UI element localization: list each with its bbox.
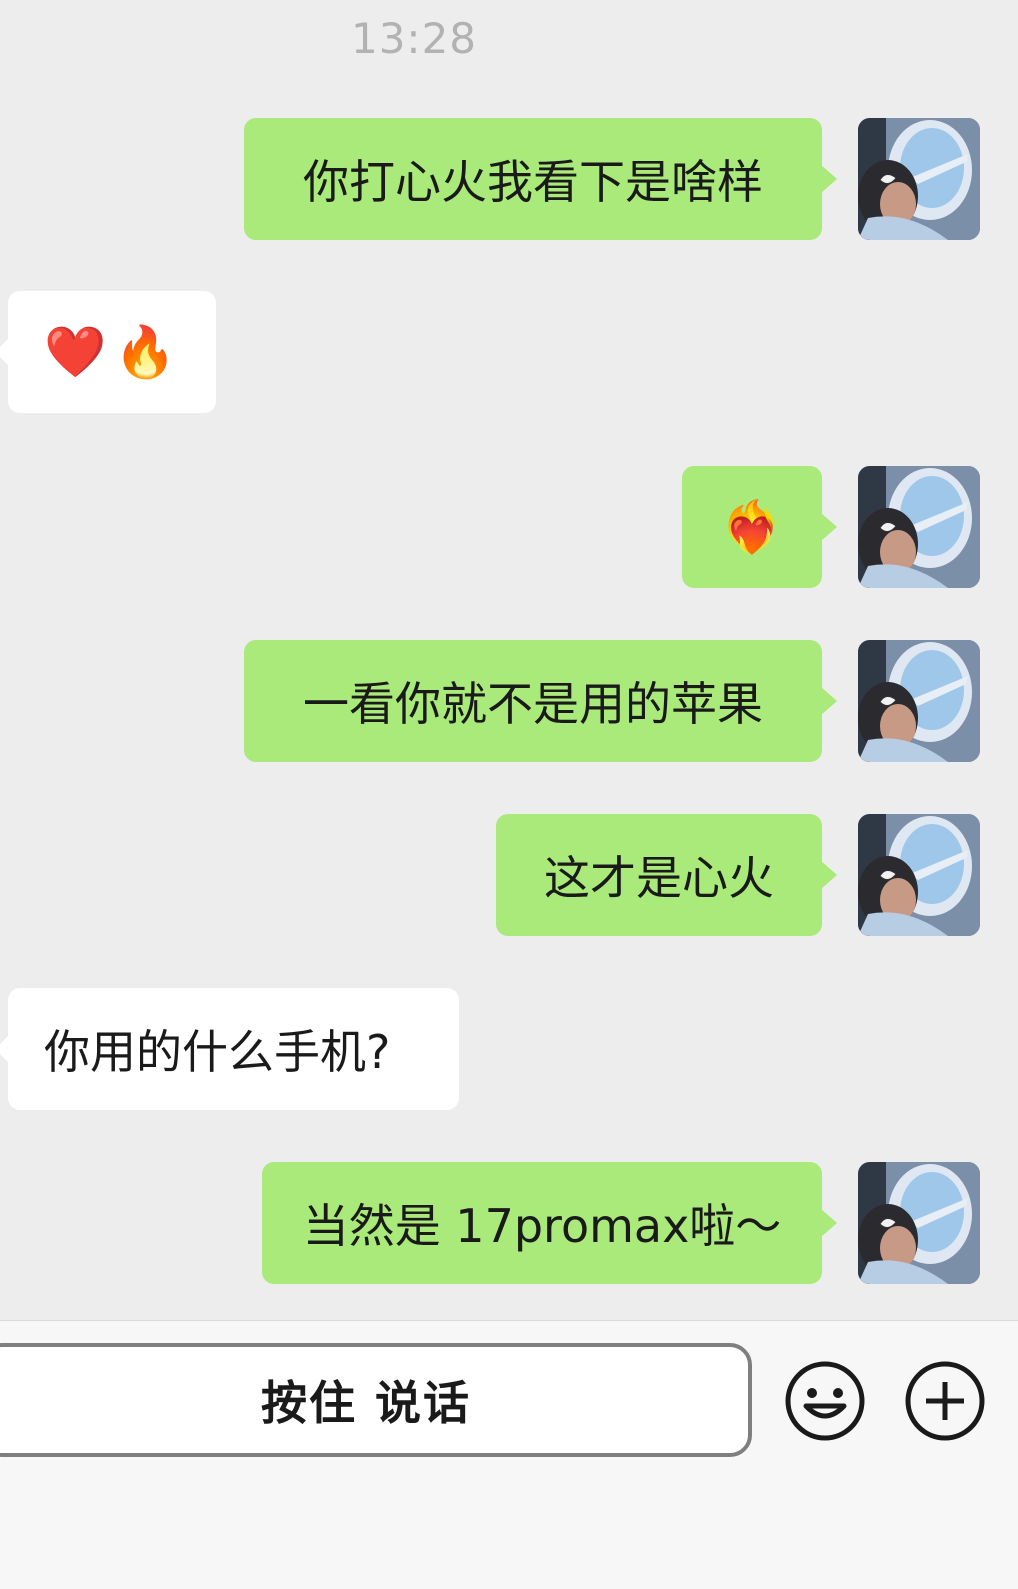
avatar[interactable] (858, 814, 980, 936)
avatar[interactable] (858, 1162, 980, 1284)
message-bubble-outgoing[interactable]: 你打心火我看下是啥样 (244, 118, 837, 240)
heart-emoji: ❤️ (44, 322, 107, 381)
plus-circle-icon[interactable] (904, 1360, 986, 1442)
heart-on-fire-emoji: ❤️‍🔥 (720, 497, 784, 556)
message-text: 当然是 17promax啦～ (302, 1199, 782, 1253)
fire-emoji: 🔥 (114, 322, 177, 381)
avatar-image (858, 814, 980, 936)
smiley-icon[interactable] (784, 1360, 866, 1442)
message-text: 你用的什么手机? (44, 1025, 391, 1079)
message-bubble-outgoing[interactable]: 这才是心火 (496, 814, 837, 936)
chat-area: 13:28 你打心火我看下是啥样 ❤️ 🔥 ❤️‍🔥 一看你就不是用的苹果 这才… (0, 0, 1018, 1320)
timestamp: 13:28 (350, 14, 478, 63)
avatar[interactable] (858, 466, 980, 588)
message-text: 你打心火我看下是啥样 (303, 155, 763, 209)
avatar-image (858, 466, 980, 588)
avatar-image (858, 640, 980, 762)
message-text: 这才是心火 (544, 851, 774, 905)
message-bubble-incoming[interactable]: 你用的什么手机? (0, 988, 459, 1110)
message-bubble-outgoing[interactable]: 当然是 17promax啦～ (262, 1162, 837, 1284)
avatar[interactable] (858, 640, 980, 762)
avatar-image (858, 1162, 980, 1284)
message-bubble-outgoing[interactable]: ❤️‍🔥 (682, 466, 837, 588)
hold-to-talk-button[interactable]: 按住 说话 (0, 1343, 752, 1457)
avatar-image (858, 118, 980, 240)
message-bubble-incoming[interactable]: ❤️ 🔥 (0, 291, 216, 413)
message-text: 一看你就不是用的苹果 (303, 677, 763, 731)
avatar[interactable] (858, 118, 980, 240)
input-bar: 按住 说话 (0, 1320, 1018, 1589)
message-bubble-outgoing[interactable]: 一看你就不是用的苹果 (244, 640, 837, 762)
